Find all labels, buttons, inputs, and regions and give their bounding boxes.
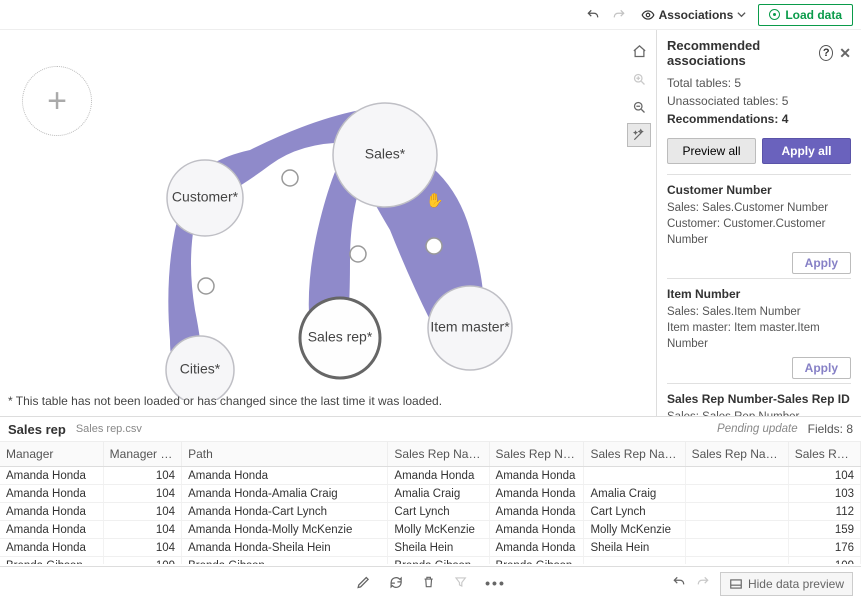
load-icon <box>769 9 780 20</box>
association-card: Item NumberSales: Sales.Item NumberItem … <box>667 278 851 382</box>
apply-all-button[interactable]: Apply all <box>762 138 851 164</box>
column-header[interactable]: Sales Rep Name <box>388 442 489 467</box>
edit-icon[interactable] <box>355 575 370 593</box>
column-header[interactable]: Path <box>182 442 388 467</box>
card-title: Item Number <box>667 287 851 301</box>
filter-icon <box>453 575 467 593</box>
load-data-button[interactable]: Load data <box>758 4 853 26</box>
close-icon[interactable]: ✕ <box>839 45 851 62</box>
hide-preview-button[interactable]: Hide data preview <box>720 572 853 596</box>
association-card: Sales Rep Number-Sales Rep IDSales: Sale… <box>667 383 851 416</box>
apply-button[interactable]: Apply <box>792 357 851 379</box>
table-name: Sales rep <box>8 422 66 437</box>
refresh-icon[interactable] <box>388 575 403 593</box>
home-icon[interactable] <box>628 40 650 62</box>
svg-text:Customer*: Customer* <box>172 189 239 205</box>
svg-text:Cities*: Cities* <box>180 361 221 377</box>
svg-text:Item master*: Item master* <box>430 319 510 335</box>
table-row[interactable]: Brenda Gibson109Brenda GibsonBrenda Gibs… <box>0 557 861 565</box>
table-row[interactable]: Amanda Honda104Amanda HondaAmanda HondaA… <box>0 467 861 485</box>
undo-icon[interactable] <box>583 5 603 25</box>
table-row[interactable]: Amanda Honda104Amanda Honda-Amalia Craig… <box>0 485 861 503</box>
table-row[interactable]: Amanda Honda104Amanda Honda-Molly McKenz… <box>0 521 861 539</box>
preview-header: Sales rep Sales rep.csv Pending update F… <box>0 416 861 442</box>
associations-canvas[interactable]: + Sales* Customer* Cities* Sales rep* It… <box>0 30 657 416</box>
zoom-in-icon[interactable] <box>628 68 650 90</box>
undo-bottom-icon[interactable] <box>672 575 686 592</box>
more-icon[interactable]: ••• <box>485 575 506 593</box>
column-header[interactable]: Sales Rep Name2 <box>584 442 685 467</box>
help-icon[interactable]: ? <box>819 45 833 61</box>
table-row[interactable]: Amanda Honda104Amanda Honda-Sheila HeinS… <box>0 539 861 557</box>
column-header[interactable]: Manager <box>0 442 103 467</box>
view-label: Associations <box>659 8 734 22</box>
svg-text:Sales rep*: Sales rep* <box>308 329 373 345</box>
column-header[interactable]: Sales Rep ID <box>788 442 860 467</box>
apply-button[interactable]: Apply <box>792 252 851 274</box>
recommendations-panel: Recommended associations ? ✕ Total table… <box>657 30 861 416</box>
delete-icon[interactable] <box>421 575 435 593</box>
table-row[interactable]: Amanda Honda104Amanda Honda-Cart LynchCa… <box>0 503 861 521</box>
svg-text:Sales*: Sales* <box>365 146 406 162</box>
preview-all-button[interactable]: Preview all <box>667 138 756 164</box>
zoom-out-icon[interactable] <box>628 96 650 118</box>
association-card: Customer NumberSales: Sales.Customer Num… <box>667 174 851 278</box>
data-preview-grid[interactable]: ManagerManager Nu…PathSales Rep NameSale… <box>0 442 861 564</box>
pending-badge: Pending update <box>717 423 798 435</box>
table-file: Sales rep.csv <box>76 423 142 435</box>
view-selector[interactable]: Associations <box>635 6 753 24</box>
bubble-graph: Sales* Customer* Cities* Sales rep* Item… <box>10 40 650 400</box>
column-header[interactable]: Manager Nu… <box>103 442 181 467</box>
canvas-footnote: * This table has not been loaded or has … <box>8 394 442 408</box>
panel-title: Recommended associations <box>667 38 819 68</box>
redo-icon <box>609 5 629 25</box>
column-header[interactable]: Sales Rep Name3 <box>685 442 788 467</box>
redo-bottom-icon <box>696 575 710 592</box>
card-title: Sales Rep Number-Sales Rep ID <box>667 392 851 406</box>
card-title: Customer Number <box>667 183 851 197</box>
column-header[interactable]: Sales Rep Name1 <box>489 442 584 467</box>
magic-wand-icon[interactable] <box>628 124 650 146</box>
